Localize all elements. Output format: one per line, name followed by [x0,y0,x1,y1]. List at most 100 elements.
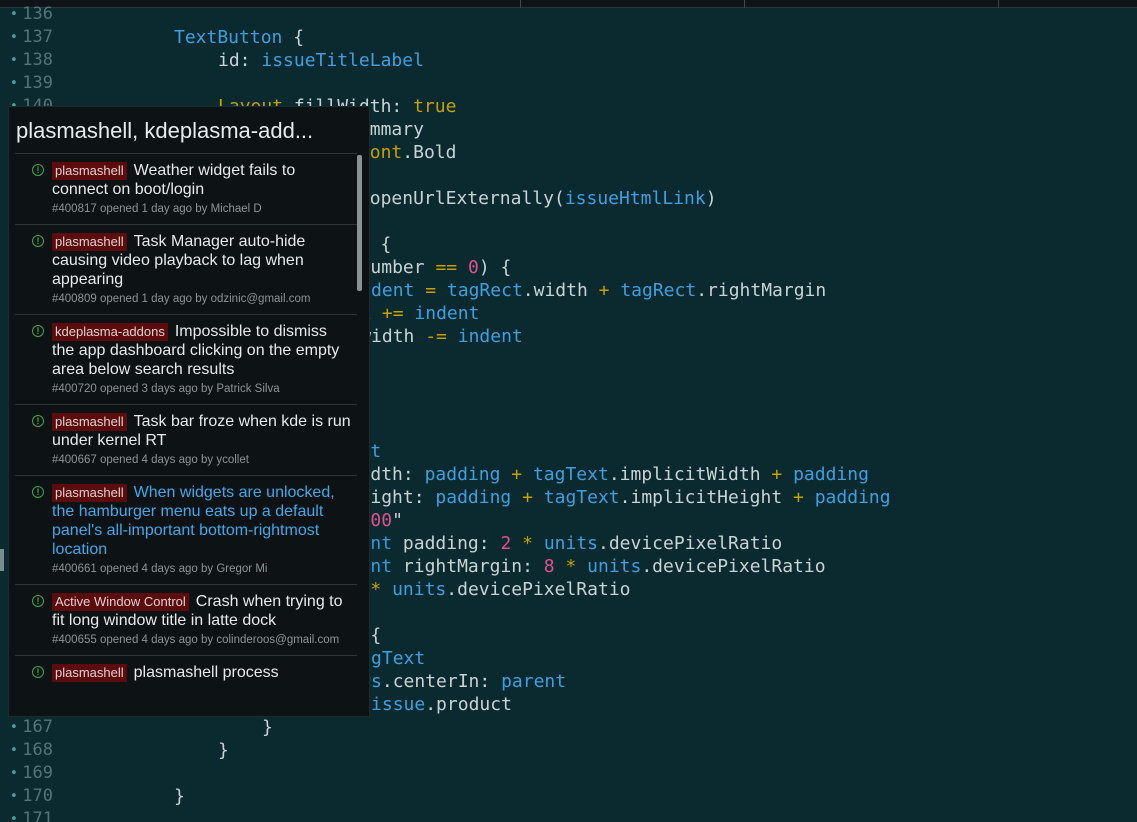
line-number: • 136 [0,3,60,26]
issue-item[interactable]: ! plasmashell Task Manager auto-hide causi… [15,224,357,314]
line-number: • 167 [0,716,60,739]
code-token: padding [814,487,891,508]
issue-body: plasmashell Task bar froze when kde is ru… [52,412,351,468]
code-line[interactable]: var indent = tagRect.width + tagRect.rig… [306,279,826,302]
issue-item[interactable]: ! plasmashell plasmashell process [15,655,357,689]
issue-body: plasmashell Weather widget fails to conne… [52,161,351,217]
product-tag: plasmashell [52,233,127,251]
issue-meta: #400661 opened 4 days ago by Gregor Mi [52,563,268,575]
code-token: .devicePixelRatio [446,579,631,600]
line-number: • 170 [0,785,60,808]
issue-title[interactable]: plasmashell process [134,664,279,681]
code-token: units [543,533,598,554]
issue-body: kdeplasma-addons Impossible to dismiss th… [52,322,351,397]
issue-body: plasmashell When widgets are unlocked, th… [52,483,351,577]
code-token: == [435,257,458,278]
popup-title: plasmashell, kdeplasma-add... [16,118,314,143]
issue-summary[interactable]: plasmashell Task bar froze when kde is ru… [52,412,351,450]
code-token: .devicePixelRatio [598,533,783,554]
issue-item[interactable]: ! plasmashell When widgets are unlocked, t… [15,475,357,584]
code-line[interactable]: id: issueTitleLabel [218,49,424,72]
open-issue-icon: ! [32,595,44,607]
issue-item[interactable]: ! plasmashell Task bar froze when kde is r… [15,404,357,475]
issue-summary[interactable]: kdeplasma-addons Impossible to dismiss th… [52,322,351,379]
issue-summary[interactable]: plasmashell plasmashell process [52,663,351,682]
issue-meta: #400655 opened 4 days ago by colinderoos… [52,634,340,646]
product-tag: Active Window Control [52,593,189,611]
line-number: • 168 [0,739,60,762]
code-line[interactable]: } [174,785,185,808]
issue-summary[interactable]: Active Window Control Crash when trying t… [52,592,351,630]
code-token: 2 [500,533,512,554]
code-token: indent [414,303,480,324]
line-number: • 137 [0,26,60,49]
line-number-text: 170 [22,786,53,806]
line-number-text: 138 [22,50,53,70]
code-line[interactable]: } [218,739,229,762]
code-token: padding: [392,533,501,554]
code-token: + [511,464,523,485]
issue-body: plasmashell plasmashell process [52,663,351,682]
open-issue-icon: ! [32,235,44,247]
issues-popup: plasmashell, kdeplasma-add... ! plasmashe… [8,106,370,717]
open-issue-icon: ! [32,325,44,337]
issue-item[interactable]: ! Active Window Control Crash when trying … [15,584,357,655]
code-token: + [793,487,804,508]
code-token: indent [457,326,523,347]
line-number-text: 167 [22,717,53,737]
issue-summary[interactable]: plasmashell When widgets are unlocked, th… [52,483,351,559]
code-line[interactable]: TextButton { [174,26,304,49]
code-token: } [174,786,185,807]
code-token: parent [501,671,567,692]
issue-item[interactable]: ! kdeplasma-addons Impossible to dismiss t… [15,314,357,404]
code-token: issueTitleLabel [261,50,424,71]
issue-item[interactable]: ! plasmashell Weather widget fails to conn… [15,153,357,224]
code-token: issue [371,694,426,715]
issue-body: Active Window Control Crash when trying t… [52,592,351,648]
issue-list[interactable]: ! plasmashell Weather widget fails to conn… [15,153,357,716]
popup-scrollbar-thumb[interactable] [357,155,362,291]
code-line[interactable]: } [262,716,273,739]
open-issue-icon: ! [32,486,44,498]
code-token: + [771,464,783,485]
code-token: } [218,740,229,761]
fold-marker-icon: • [10,789,18,804]
code-token: .implicitHeight [619,487,794,508]
code-token: " [392,510,403,531]
code-token: padding [435,487,512,508]
code-token: + [598,280,610,301]
fold-marker-icon: • [10,743,18,758]
code-token: .rightMargin [696,280,827,301]
fold-marker-icon: • [10,7,18,22]
code-token: += [381,303,404,324]
code-token: tagText [532,464,609,485]
code-token: .implicitWidth [608,464,772,485]
code-token: ) { [478,257,512,278]
code-token: TextButton [174,27,283,48]
line-number-text: 171 [22,809,53,822]
code-token: units [392,579,447,600]
issue-body: plasmashell Task Manager auto-hide causin… [52,232,351,307]
code-token: .product [425,694,512,715]
product-tag: plasmashell [52,484,127,502]
issue-summary[interactable]: plasmashell Task Manager auto-hide causin… [52,232,351,289]
code-token: units [587,556,642,577]
line-number: • 139 [0,72,60,95]
issue-summary[interactable]: plasmashell Weather widget fails to conne… [52,161,351,199]
code-token: .devicePixelRatio [641,556,826,577]
code-token: .width [522,280,599,301]
line-number: • 169 [0,762,60,785]
line-number: • 171 [0,808,60,822]
issue-meta: #400667 opened 4 days ago by ycollet [52,454,249,466]
code-token: -= [425,326,447,347]
